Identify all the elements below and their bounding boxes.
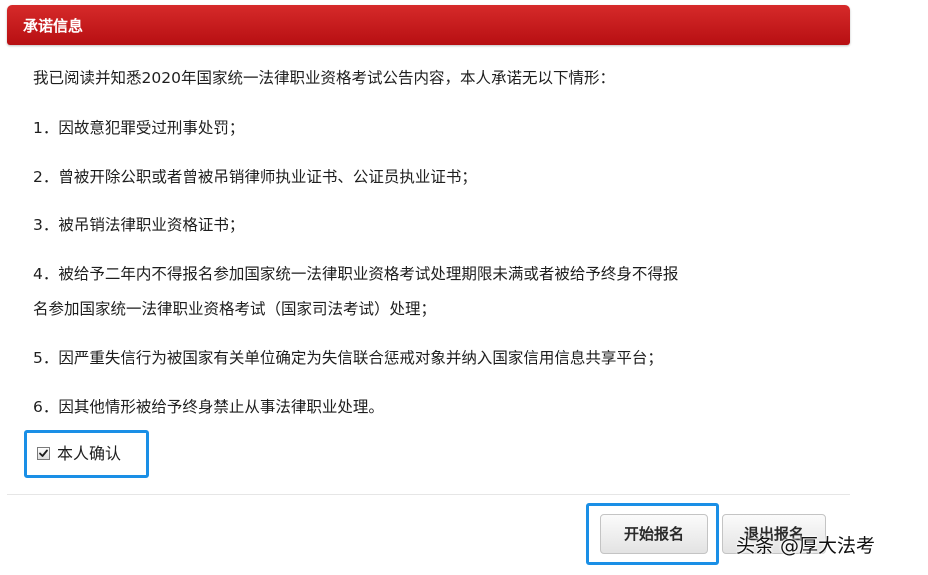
pledge-item-2: 2．曾被开除公职或者曾被吊销律师执业证书、公证员执业证书；	[33, 168, 477, 186]
checkmark-icon	[39, 449, 48, 457]
pledge-item-5: 5．因严重失信行为被国家有关单位确定为失信联合惩戒对象并纳入国家信用信息共享平台…	[33, 349, 663, 367]
footer-divider	[7, 494, 850, 495]
pledge-intro: 我已阅读并知悉2020年国家统一法律职业资格考试公告内容，本人承诺无以下情形：	[33, 69, 615, 87]
confirm-label[interactable]: 本人确认	[57, 444, 121, 464]
confirm-highlight: 本人确认	[24, 430, 149, 478]
pledge-item-4-line-1: 4．被给予二年内不得报名参加国家统一法律职业资格考试处理期限未满或者被给予终身不…	[33, 265, 679, 283]
start-registration-button[interactable]: 开始报名	[600, 514, 708, 554]
pledge-item-3: 3．被吊销法律职业资格证书；	[33, 216, 245, 234]
header-title: 承诺信息	[23, 17, 84, 35]
header-bar: 承诺信息	[7, 5, 850, 45]
pledge-item-4-line-2: 名参加国家统一法律职业资格考试（国家司法考试）处理；	[33, 300, 437, 318]
pledge-item-6: 6．因其他情形被给予终身禁止从事法律职业处理。	[33, 398, 384, 416]
watermark: 头条 @厚大法考	[736, 535, 876, 557]
pledge-item-1: 1．因故意犯罪受过刑事处罚；	[33, 119, 245, 137]
confirm-checkbox[interactable]	[37, 447, 50, 460]
